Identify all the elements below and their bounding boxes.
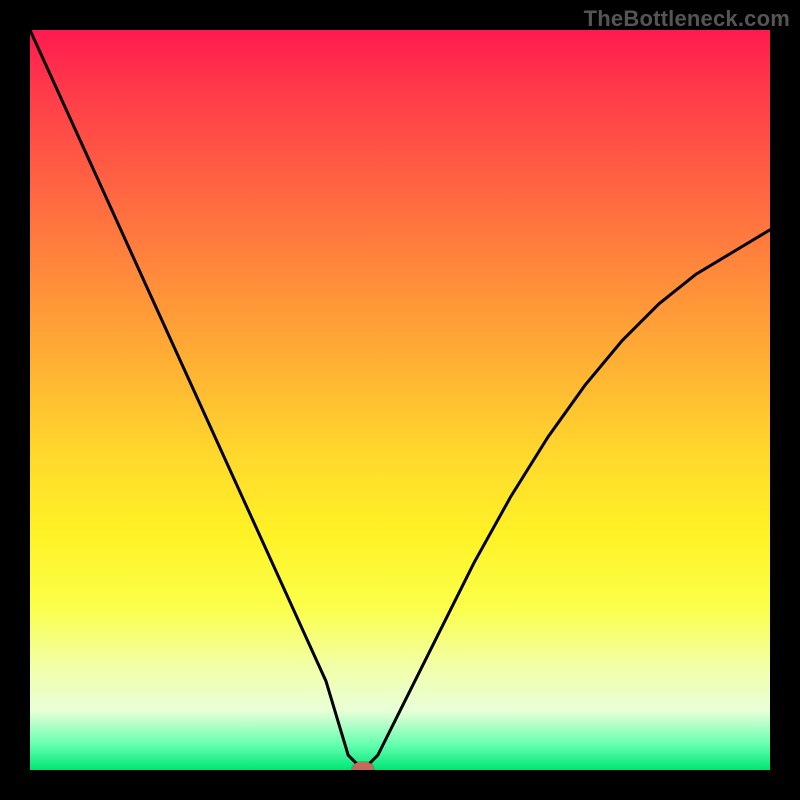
curve-svg	[30, 30, 770, 770]
bottleneck-curve-path	[30, 30, 770, 770]
chart-frame: TheBottleneck.com	[0, 0, 800, 800]
watermark-text: TheBottleneck.com	[584, 6, 790, 32]
plot-area	[30, 30, 770, 770]
optimal-marker	[352, 762, 374, 770]
